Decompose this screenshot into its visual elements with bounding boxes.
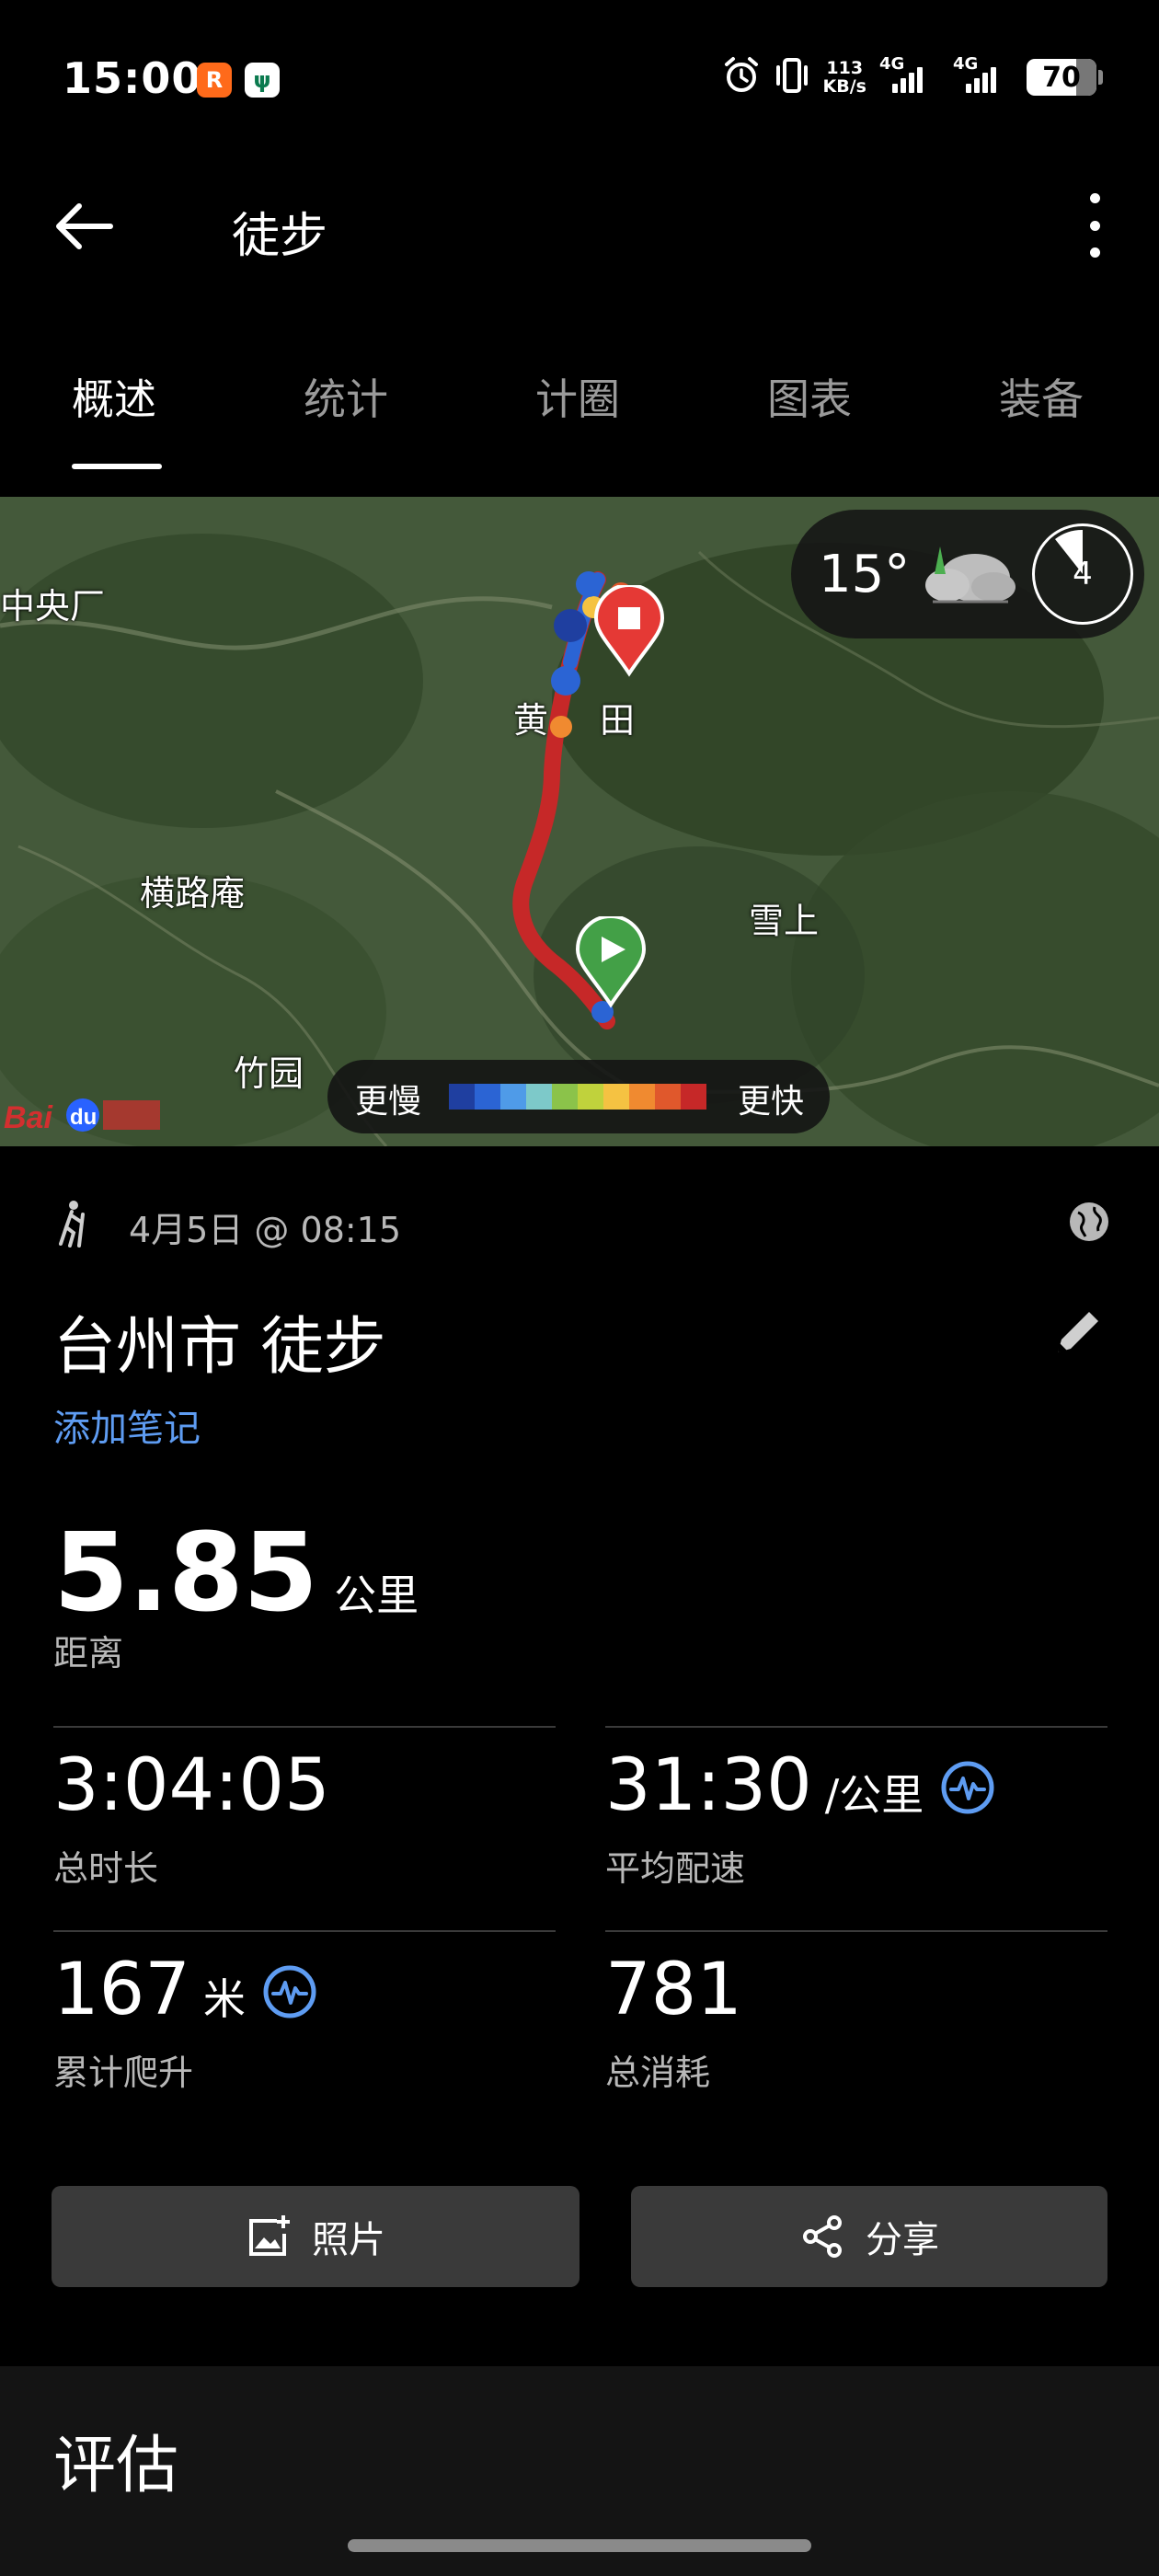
duration-stat: 3:04:05 总时长 [53,1726,556,1919]
back-button[interactable] [53,197,127,256]
map-place-label: 黄 [513,700,549,741]
share-button[interactable]: 分享 [631,2186,1107,2287]
tab-laps[interactable]: 计圈 [535,366,620,427]
alarm-icon [722,56,761,98]
vibrate-icon [774,56,810,98]
distance-value: 5.85 [53,1509,318,1636]
activity-date-row: 4月5日 @ 08:15 [53,1196,1111,1251]
map-place-label: 中央厂 [0,586,106,627]
share-icon [803,2215,842,2258]
map-place-label: 雪上 [749,901,820,941]
signal-icon: 4G [953,54,1014,93]
signal-icon: 4G [879,54,940,93]
map-place-label: 横路庵 [140,873,246,914]
tab-overview[interactable]: 概述 [72,366,156,427]
cloud-icon [925,546,1016,604]
evaluation-title: 评估 [53,2430,179,2502]
temperature: 15° [819,545,911,604]
calories-label: 总消耗 [605,2053,711,2093]
map-provider-logo: Bai du [4,1084,169,1143]
share-label: 分享 [866,2219,939,2261]
edit-icon[interactable] [1050,1305,1106,1360]
more-vert-icon [1089,193,1100,203]
more-options-button[interactable] [1076,193,1113,258]
pace-value: 31:30 [605,1744,812,1827]
wind-direction-icon [1055,529,1083,574]
globe-icon[interactable] [1067,1200,1111,1244]
tab-statistics[interactable]: 统计 [304,366,388,427]
ascent-unit: 米 [202,1974,246,2024]
evaluation-section: 评估 [0,2366,1159,2576]
heart-pulse-icon[interactable] [940,1760,995,1815]
home-indicator[interactable] [348,2539,811,2552]
tab-indicator [72,464,162,469]
wind-indicator: 4 [1032,523,1133,625]
network-speed: 113 KB/s [822,58,866,97]
distance-label: 距离 [53,1633,124,1673]
add-note-link[interactable]: 添加笔记 [53,1398,201,1452]
map-place-label: 田 [600,700,636,741]
add-photo-label: 照片 [312,2219,385,2261]
hiking-icon [59,1201,85,1248]
tab-bar: 概述 统计 计圈 图表 装备 [0,350,1159,469]
add-photo-button[interactable]: 照片 [52,2186,580,2287]
distance-unit: 公里 [334,1570,419,1620]
pace-label: 平均配速 [605,1848,746,1889]
distance-stat: 5.85 公里 [53,1509,419,1636]
pace-stat: 31:30 /公里 平均配速 [605,1726,1107,1919]
app-notification-icon: ψ [245,63,280,98]
tab-gear[interactable]: 装备 [999,366,1084,427]
calories-value: 781 [605,1949,742,2031]
activity-title: 台州市 徒步 [53,1311,386,1384]
status-bar: 15:00 R ψ 113 KB/s 4G 4G 70 [0,0,1159,156]
duration-label: 总时长 [53,1848,159,1889]
route-end-marker-icon [593,585,665,677]
app-notification-icon: R [197,63,232,98]
route-start-marker-icon [575,916,647,1008]
speed-gradient-bar [449,1084,706,1110]
activity-date: 4月5日 @ 08:15 [129,1210,402,1250]
weather-badge: 15° 4 [791,510,1144,638]
pace-unit: /公里 [824,1770,924,1820]
ascent-value: 167 [53,1949,190,2031]
status-time: 15:00 [63,53,202,103]
arrow-left-icon [56,203,113,249]
heart-pulse-icon[interactable] [262,1964,317,2019]
svg-text:Bai: Bai [4,1100,53,1135]
tab-charts[interactable]: 图表 [767,366,852,427]
ascent-stat: 167 米 累计爬升 [53,1930,556,2123]
map-place-label: 竹园 [234,1053,304,1094]
add-photo-icon [249,2215,290,2256]
legend-faster-label: 更快 [737,1083,804,1121]
speed-legend: 更慢 更快 [327,1060,830,1133]
duration-value: 3:04:05 [53,1744,330,1827]
battery-icon: 70 [1027,59,1103,96]
calories-stat: 781 总消耗 [605,1930,1107,2123]
svg-text:du: du [70,1105,97,1130]
route-map[interactable]: 中央厂 黄 田 横路庵 雪上 竹园 15° 4 更慢 更快 Bai du [0,497,1159,1146]
legend-slower-label: 更慢 [355,1083,422,1121]
app-bar: 徒步 [0,175,1159,276]
ascent-label: 累计爬升 [53,2053,194,2093]
page-title: 徒步 [232,209,328,264]
